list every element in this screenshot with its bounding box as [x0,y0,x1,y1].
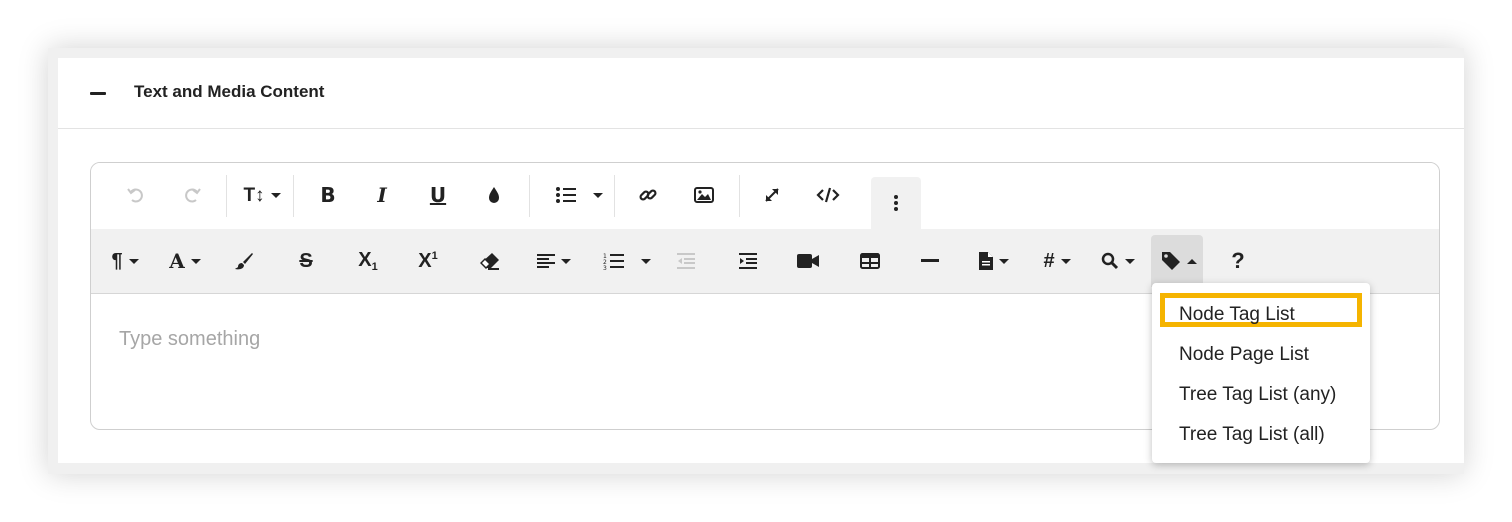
toolbar-separator [293,175,294,217]
paint-brush-icon[interactable] [227,241,261,281]
menu-item-label: Tree Tag List (any) [1179,384,1337,405]
undo-icon[interactable] [119,175,153,215]
text-color-icon[interactable] [477,175,511,215]
image-icon[interactable] [687,175,721,215]
link-icon[interactable] [631,175,665,215]
menu-item-label: Node Page List [1179,344,1309,365]
tag-dropdown-menu: Node Tag List Node Page List Tree Tag Li… [1152,283,1370,463]
toolbar-separator [614,175,615,217]
toolbar-separator [739,175,740,217]
paragraph-format-icon[interactable]: ¶ [105,241,145,281]
menu-item-label: Node Tag List [1179,304,1295,325]
subscript-icon[interactable]: X1 [351,241,385,281]
indent-icon[interactable] [731,241,765,281]
italic-icon[interactable]: I [365,175,399,215]
menu-item-node-page-list[interactable]: Node Page List [1152,334,1370,374]
menu-item-tree-tag-list-any[interactable]: Tree Tag List (any) [1152,374,1370,414]
editor-placeholder: Type something [119,328,261,350]
font-size-icon[interactable]: T↕ [239,175,285,215]
collapse-button[interactable] [88,84,108,104]
tag-icon[interactable] [1157,241,1201,281]
panel-title: Text and Media Content [134,82,325,101]
ordered-list-icon[interactable]: 123 [597,241,657,281]
panel-header: Text and Media Content [58,58,1464,129]
toolbar-separator [226,175,227,217]
redo-icon[interactable] [175,175,209,215]
menu-item-tree-tag-list-all[interactable]: Tree Tag List (all) [1152,414,1370,454]
align-icon[interactable] [531,241,577,281]
superscript-icon[interactable]: X1 [411,241,445,281]
font-family-icon[interactable]: A [165,241,205,281]
underline-icon[interactable]: U [421,175,455,215]
menu-item-label: Tree Tag List (all) [1179,424,1325,445]
video-icon[interactable] [791,241,825,281]
toolbar-row-1: T↕ B I U [91,163,1439,229]
hashtag-icon[interactable]: # [1035,241,1079,281]
help-icon[interactable]: ? [1221,241,1255,281]
outdent-icon[interactable] [669,241,703,281]
fullscreen-icon[interactable] [755,175,789,215]
svg-text:3: 3 [603,265,607,270]
bold-icon[interactable]: B [311,175,345,215]
strikethrough-icon[interactable]: S [289,241,323,281]
menu-item-node-tag-list[interactable]: Node Tag List [1152,294,1370,334]
toolbar-separator [529,175,530,217]
unordered-list-icon[interactable] [549,175,609,215]
code-view-icon[interactable] [811,175,845,215]
table-icon[interactable] [853,241,887,281]
more-icon[interactable] [879,183,913,223]
clear-formatting-icon[interactable] [473,241,507,281]
search-icon[interactable] [1095,241,1141,281]
horizontal-line-icon[interactable] [913,241,947,281]
document-icon[interactable] [971,241,1017,281]
